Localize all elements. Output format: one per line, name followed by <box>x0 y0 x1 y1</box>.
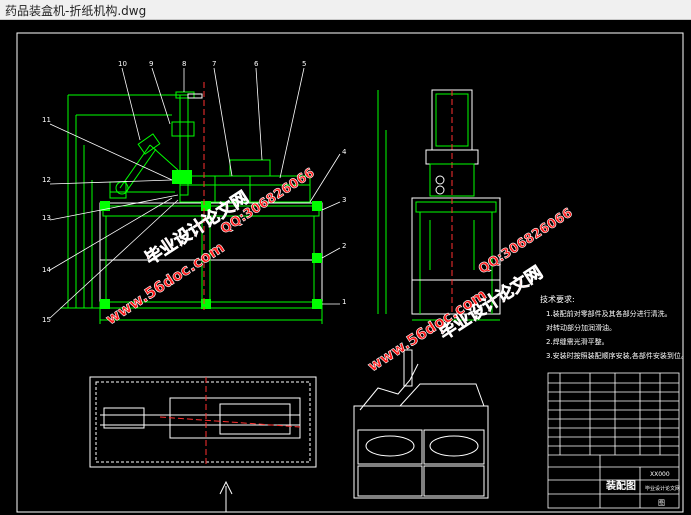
cad-drawing: 10 9 8 7 6 5 4 3 2 1 11 12 13 14 15 技术要求… <box>16 32 688 513</box>
window-titlebar: 药品装盒机-折纸机构.dwg <box>0 0 691 20</box>
part-label: 12 <box>42 176 51 184</box>
company-name: 毕业设计论文网 <box>645 485 680 492</box>
part-label: 1 <box>342 298 346 306</box>
part-label: 3 <box>342 196 346 204</box>
part-label: 2 <box>342 242 346 250</box>
part-label: 4 <box>342 148 347 156</box>
notes-line: 3.安装时按照装配顺序安装,各部件安装到位。 <box>546 351 688 360</box>
window-title: 药品装盒机-折纸机构.dwg <box>5 4 147 18</box>
drawing-name: 装配图 <box>605 479 636 492</box>
watermark-qq: QQ:306826066 <box>476 206 575 278</box>
part-label: 8 <box>182 60 186 68</box>
front-view <box>377 89 501 321</box>
part-label: 13 <box>42 214 51 222</box>
side-view <box>49 67 341 324</box>
part-label: 10 <box>118 60 127 68</box>
drawing-code: XX000 <box>650 471 670 478</box>
part-label: 6 <box>254 60 259 68</box>
notes-line: 2.焊缝需光滑平整。 <box>546 337 609 346</box>
part-label: 9 <box>149 60 153 68</box>
drawing-canvas[interactable]: 10 9 8 7 6 5 4 3 2 1 11 12 13 14 15 技术要求… <box>0 20 691 515</box>
top-view <box>89 376 317 512</box>
part-label: 15 <box>42 316 51 324</box>
part-label: 11 <box>42 116 51 124</box>
notes-line: 对转动部分加润滑油。 <box>546 323 616 332</box>
part-label: 7 <box>212 60 216 68</box>
watermark-group-right: 毕业设计论文网 www.56doc.com QQ:306826066 <box>364 205 576 375</box>
notes-heading: 技术要求: <box>540 294 575 304</box>
drawing-frame <box>16 32 684 513</box>
watermark-url: www.56doc.com <box>364 285 489 375</box>
part-label: 14 <box>42 266 51 274</box>
part-label: 5 <box>302 60 306 68</box>
notes-line: 1.装配前对零部件及其各部分进行清洗。 <box>546 309 672 318</box>
sheet-label: 图 <box>658 499 665 507</box>
tech-notes: 技术要求: 1.装配前对零部件及其各部分进行清洗。 对转动部分加润滑油。 2.焊… <box>540 294 688 360</box>
